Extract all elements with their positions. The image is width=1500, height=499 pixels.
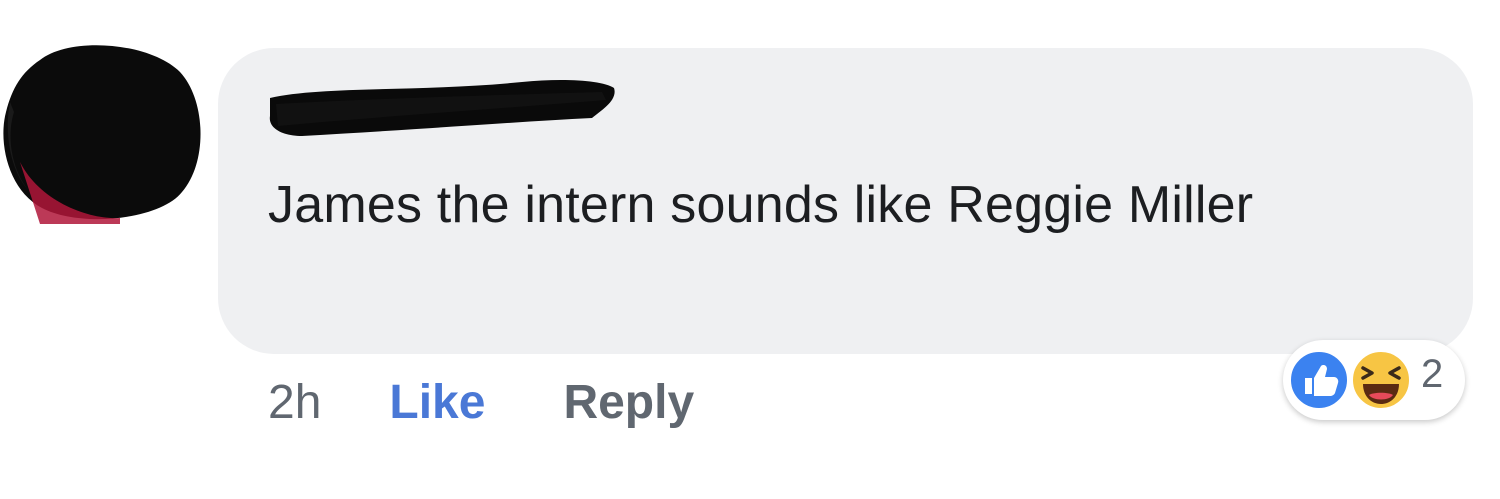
- comment-actions: 2h Like Reply: [268, 370, 694, 434]
- avatar[interactable]: [0, 42, 206, 224]
- like-icon: [1287, 348, 1351, 412]
- haha-icon: [1349, 348, 1413, 412]
- reaction-count: 2: [1421, 352, 1444, 396]
- reactions-summary[interactable]: 2: [1283, 340, 1465, 420]
- reply-button[interactable]: Reply: [563, 375, 694, 430]
- redacted-author-name: [269, 80, 615, 136]
- like-button[interactable]: Like: [389, 375, 485, 430]
- comment-text: James the intern sounds like Reggie Mill…: [268, 176, 1254, 234]
- timestamp-link[interactable]: 2h: [268, 375, 321, 430]
